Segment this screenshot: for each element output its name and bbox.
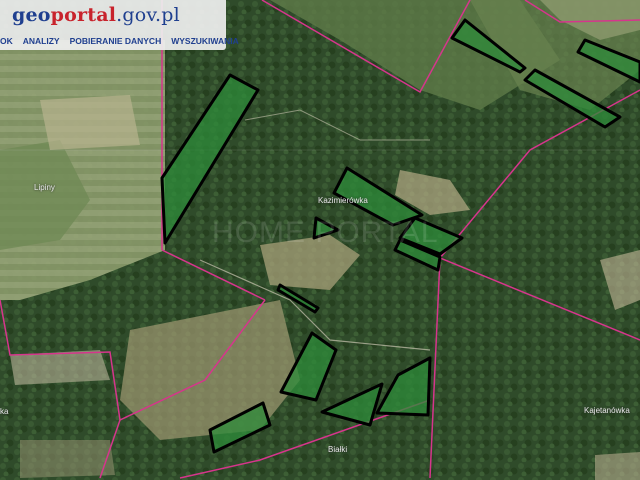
menu-item-wyszukiwania[interactable]: WYSZUKIWANIA — [166, 36, 244, 46]
clearing-bottom-right — [595, 452, 640, 480]
menu-item-ok[interactable]: OK — [0, 36, 18, 46]
place-label-lipiny: Lipiny — [34, 183, 55, 192]
top-toolbar: geoportal.gov.pl OK ANALIZY POBIERANIE D… — [0, 0, 239, 50]
clearing-bottom — [20, 440, 115, 478]
map-view[interactable] — [0, 0, 640, 480]
main-menu: OK ANALIZY POBIERANIE DANYCH WYSZUKIWANI… — [0, 32, 244, 49]
logo-geo: geo — [12, 4, 51, 26]
place-label-bialki: Białki — [328, 445, 348, 454]
app-logo[interactable]: geoportal.gov.pl — [12, 3, 180, 27]
logo-portal: portal — [50, 4, 117, 26]
field-light — [40, 95, 140, 150]
place-label-kazimierowka: Kazimierówka — [318, 196, 368, 205]
place-label-kajetanowka: Kajetanówka — [584, 406, 630, 415]
logo-domain: .gov.pl — [116, 4, 180, 26]
place-label-partial: ka — [0, 407, 9, 416]
menu-item-analizy[interactable]: ANALIZY — [18, 36, 65, 46]
menu-item-pobieranie-danych[interactable]: POBIERANIE DANYCH — [65, 36, 167, 46]
